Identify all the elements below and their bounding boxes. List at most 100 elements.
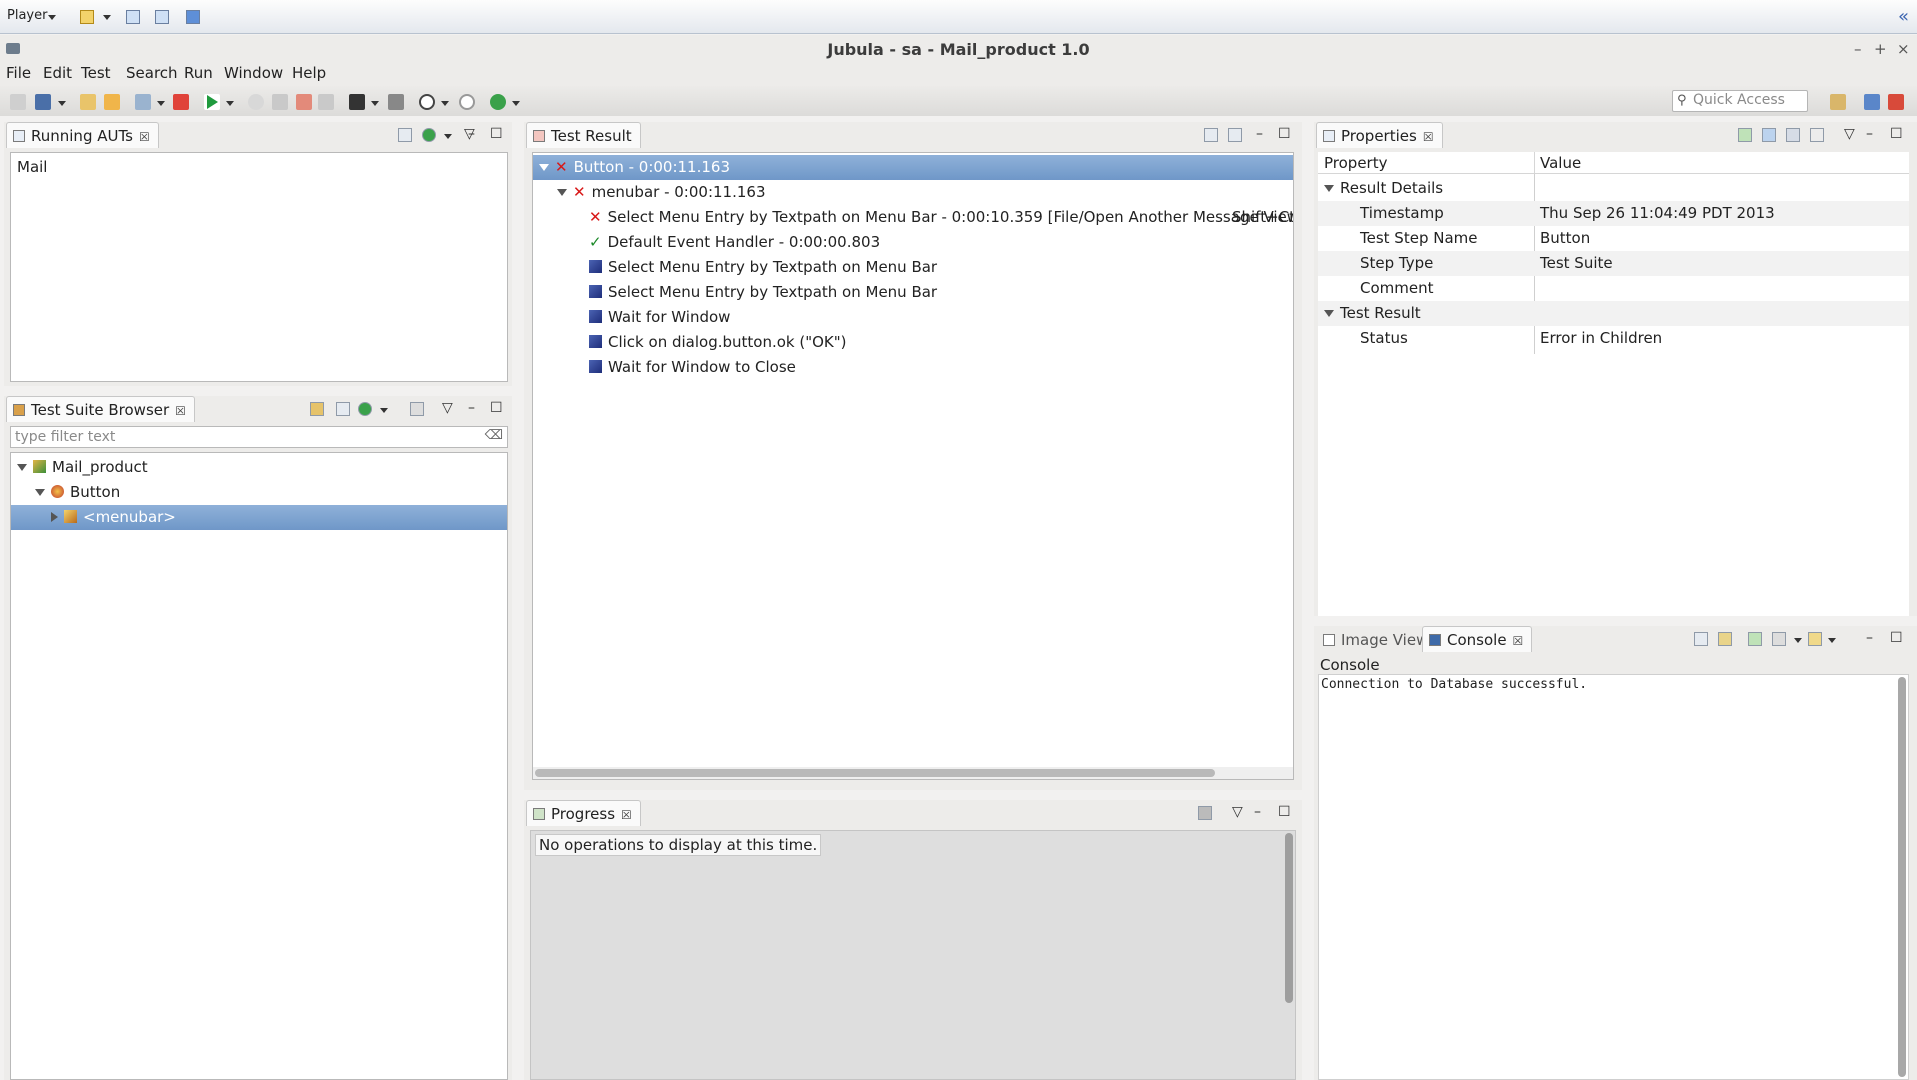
spec-perspective-icon[interactable] — [1864, 94, 1880, 110]
run-suite-icon[interactable] — [358, 402, 372, 416]
menu-edit[interactable]: Edit — [43, 64, 72, 82]
close-icon[interactable]: ☒ — [175, 404, 186, 418]
list-item[interactable]: Mail — [11, 155, 507, 180]
tab-test-result[interactable]: Test Result — [526, 122, 641, 148]
expand-all-icon[interactable] — [1228, 128, 1242, 142]
menu-window[interactable]: Window — [224, 64, 283, 82]
chevron-down-icon[interactable] — [1794, 638, 1802, 643]
chevron-down-icon[interactable] — [103, 15, 111, 20]
tab-progress[interactable]: Progress ☒ — [526, 800, 641, 826]
minimize-icon[interactable]: – — [468, 126, 475, 142]
filter-input[interactable]: type filter text ⌫ — [10, 426, 508, 448]
expand-icon[interactable] — [51, 512, 58, 522]
property-group[interactable]: Result Details — [1318, 176, 1909, 201]
connect-icon[interactable] — [173, 94, 189, 110]
tile-windows-icon[interactable] — [126, 10, 140, 24]
chevron-down-icon[interactable] — [1828, 638, 1836, 643]
fullscreen-icon[interactable] — [186, 10, 200, 24]
horizontal-scrollbar[interactable] — [533, 767, 1293, 779]
globe-icon[interactable] — [490, 94, 506, 110]
close-icon[interactable]: ☒ — [1513, 634, 1524, 648]
link-editor-icon[interactable] — [310, 402, 324, 416]
minimize-icon[interactable]: – — [1254, 804, 1261, 820]
layout-icon[interactable] — [80, 10, 94, 24]
minimize-window-button[interactable]: – — [1854, 40, 1862, 58]
clear-console-icon[interactable] — [1694, 632, 1708, 646]
display-console-icon[interactable] — [1772, 632, 1786, 646]
property-row[interactable]: Timestamp Thu Sep 26 11:04:49 PDT 2013 — [1318, 201, 1909, 226]
chevron-down-icon[interactable] — [48, 15, 56, 20]
tree-item-step[interactable]: Wait for Window to Close — [533, 355, 1293, 380]
tree-item-root[interactable]: ✕ Button - 0:00:11.163 — [533, 155, 1293, 180]
expand-icon[interactable] — [1324, 310, 1334, 317]
pin-icon[interactable] — [1738, 128, 1752, 142]
minimize-icon[interactable]: – — [1256, 126, 1263, 142]
menu-help[interactable]: Help — [292, 64, 326, 82]
minimize-icon[interactable]: – — [1866, 126, 1873, 142]
save-icon[interactable] — [35, 94, 51, 110]
tab-properties[interactable]: Properties ☒ — [1316, 122, 1443, 148]
chevron-down-icon[interactable] — [371, 101, 379, 106]
scroll-lock-icon[interactable] — [1718, 632, 1732, 646]
collapse-all-icon[interactable] — [336, 402, 350, 416]
expand-icon[interactable] — [539, 164, 549, 171]
maximize-icon[interactable]: ☐ — [490, 400, 503, 416]
tree-item-menubar[interactable]: ✕ menubar - 0:00:11.163 — [533, 180, 1293, 205]
open-perspective-icon[interactable] — [1830, 94, 1846, 110]
collapse-icon[interactable]: « — [1898, 6, 1909, 27]
tab-test-suite-browser[interactable]: Test Suite Browser ☒ — [6, 396, 195, 422]
spec-icon[interactable] — [80, 94, 96, 110]
target-icon[interactable] — [419, 94, 435, 110]
new-icon[interactable] — [10, 94, 26, 110]
tab-running-auts[interactable]: Running AUTs ☒ — [6, 122, 159, 148]
run-icon[interactable] — [204, 94, 220, 110]
maximize-window-button[interactable]: + — [1874, 40, 1887, 58]
stop-icon[interactable] — [272, 94, 288, 110]
maximize-icon[interactable]: ☐ — [1890, 126, 1903, 142]
vertical-scrollbar[interactable] — [1285, 833, 1293, 1003]
quick-access-input[interactable]: ⚲ Quick Access — [1672, 90, 1808, 112]
record-icon[interactable] — [459, 94, 475, 110]
tree-item-step[interactable]: Select Menu Entry by Textpath on Menu Ba… — [533, 280, 1293, 305]
scrollbar-thumb[interactable] — [535, 769, 1215, 777]
maximize-window-icon[interactable] — [155, 10, 169, 24]
expand-icon[interactable] — [17, 464, 27, 471]
tree-item-step[interactable]: ✓ Default Event Handler - 0:00:00.803 — [533, 230, 1293, 255]
maximize-icon[interactable]: ☐ — [490, 126, 503, 142]
property-row[interactable]: Test Step Name Button — [1318, 226, 1909, 251]
grid-icon[interactable] — [318, 94, 334, 110]
chevron-down-icon[interactable] — [380, 408, 388, 413]
minimize-icon[interactable]: – — [468, 400, 475, 416]
edit-icon[interactable] — [104, 94, 120, 110]
open-console-icon[interactable] — [1808, 632, 1822, 646]
column-header-value[interactable]: Value — [1540, 154, 1581, 172]
start-aut-icon[interactable] — [388, 94, 404, 110]
chevron-down-icon[interactable] — [441, 101, 449, 106]
property-row[interactable]: Comment — [1318, 276, 1909, 301]
stop-all-icon[interactable] — [296, 94, 312, 110]
chevron-down-icon[interactable] — [58, 101, 66, 106]
menu-run[interactable]: Run — [184, 64, 213, 82]
minimize-icon[interactable]: – — [1866, 630, 1873, 646]
chevron-down-icon[interactable] — [157, 101, 165, 106]
pause-icon[interactable] — [248, 94, 264, 110]
menu-file[interactable]: File — [6, 64, 31, 82]
column-header-property[interactable]: Property — [1324, 154, 1387, 172]
chevron-down-icon[interactable] — [444, 134, 452, 139]
filter-icon[interactable] — [410, 402, 424, 416]
property-group[interactable]: Test Result — [1318, 301, 1909, 326]
player-perspective-label[interactable]: Player — [7, 8, 47, 23]
chevron-down-icon[interactable] — [512, 101, 520, 106]
tree-item-step[interactable]: Select Menu Entry by Textpath on Menu Ba… — [533, 255, 1293, 280]
tab-console[interactable]: Console ☒ — [1422, 626, 1533, 652]
property-row[interactable]: Status Error in Children — [1318, 326, 1909, 351]
menu-test[interactable]: Test — [81, 64, 111, 82]
console-output[interactable]: Connection to Database successful. — [1318, 674, 1909, 1080]
categories-icon[interactable] — [1762, 128, 1776, 142]
expand-icon[interactable] — [557, 189, 567, 196]
close-icon[interactable]: ☒ — [139, 130, 150, 144]
tree-item-test-suite[interactable]: Button — [11, 480, 507, 505]
clear-filter-icon[interactable]: ⌫ — [485, 428, 503, 443]
maximize-icon[interactable]: ☐ — [1890, 630, 1903, 646]
view-menu-icon[interactable]: ▽ — [1232, 804, 1243, 820]
